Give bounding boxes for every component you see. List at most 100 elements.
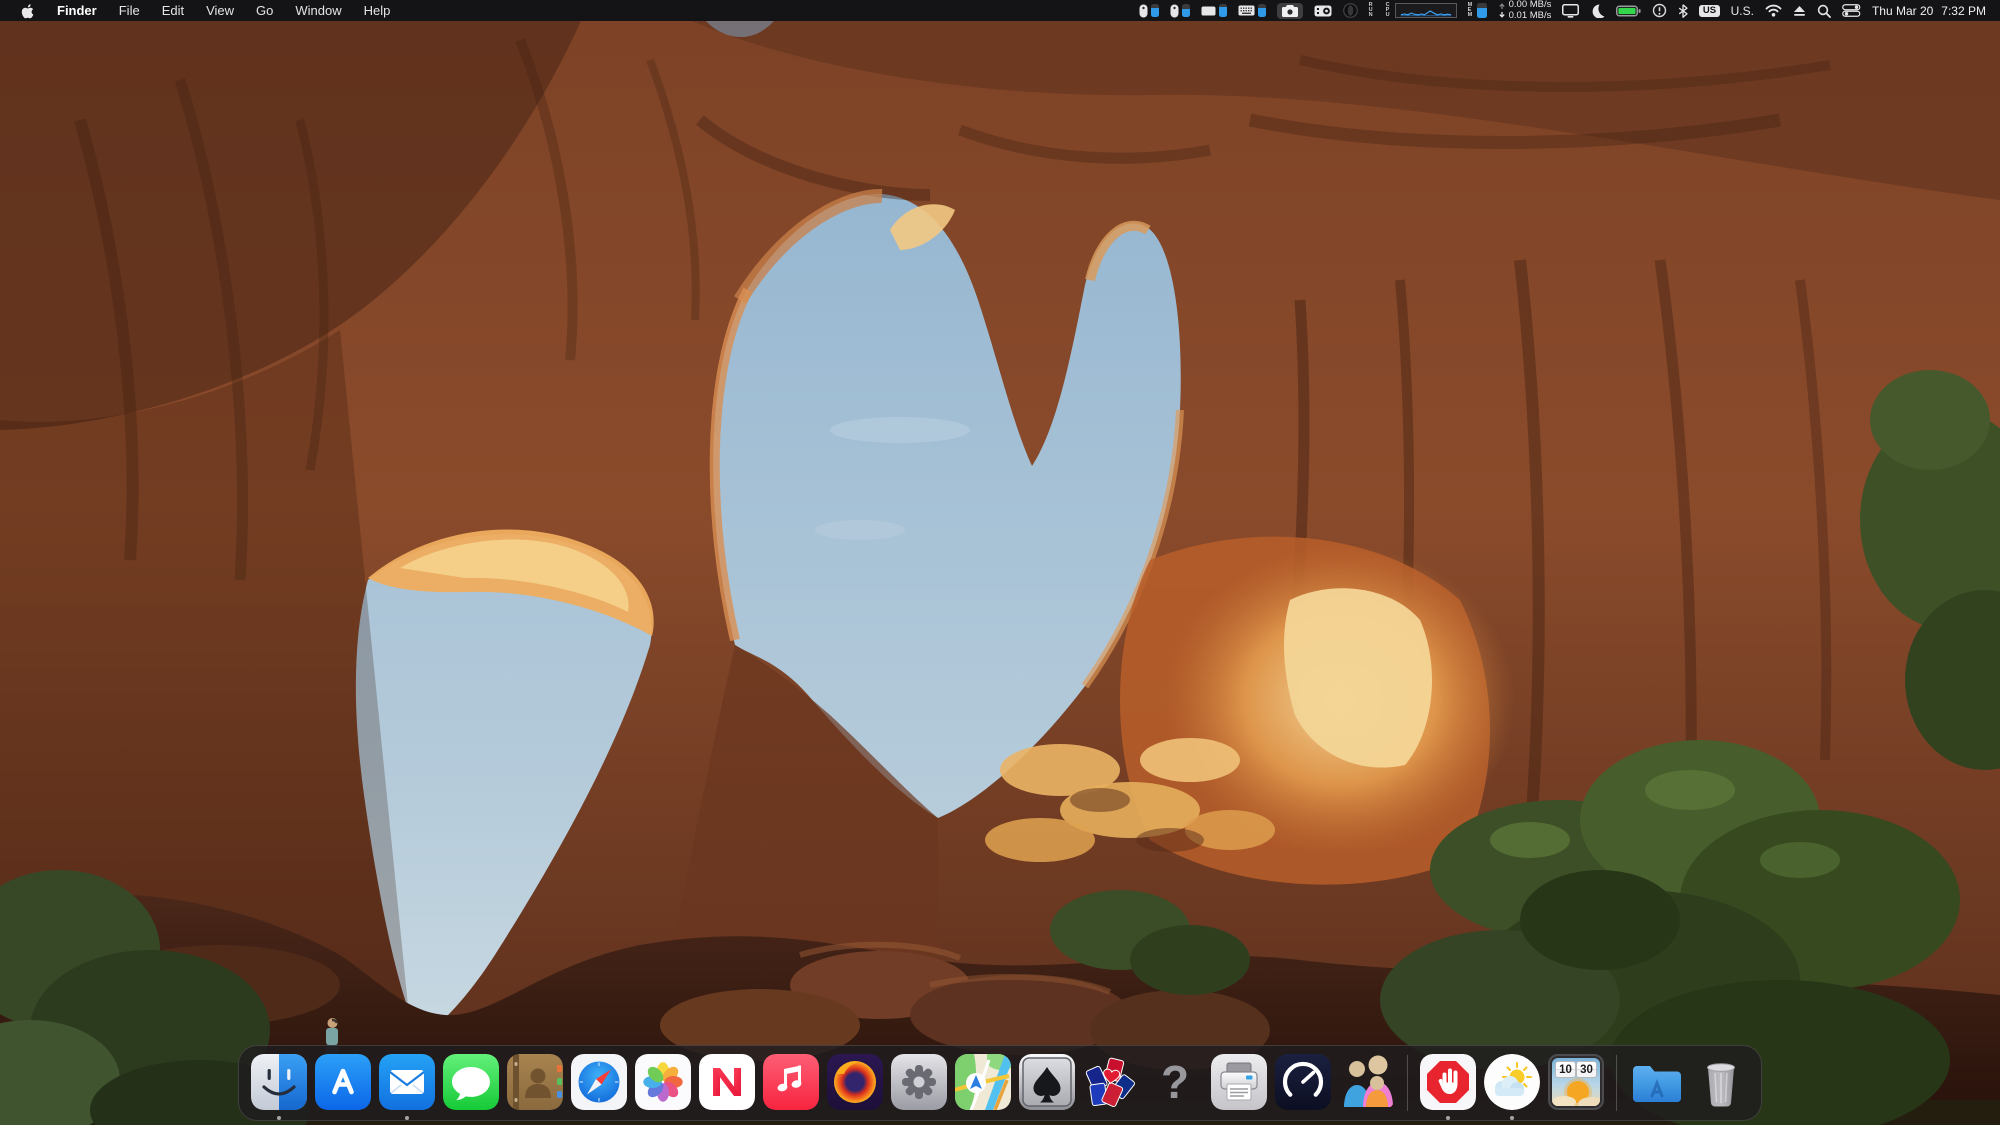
camera-icon: [1282, 5, 1298, 17]
battery-level-bar: [1258, 4, 1266, 17]
dock-item-users[interactable]: [1335, 1046, 1399, 1122]
battery-level-bar: [1182, 4, 1190, 17]
wifi-icon: [1765, 4, 1782, 17]
circle-exclamation-icon: [1652, 3, 1667, 18]
battery-menu[interactable]: [1616, 5, 1641, 17]
menu-go[interactable]: Go: [245, 3, 284, 18]
speed-gauge-icon: [1275, 1054, 1331, 1110]
bluetooth-menu[interactable]: [1678, 4, 1688, 18]
dock-item-finder[interactable]: [247, 1046, 311, 1122]
dock-item-contacts[interactable]: [503, 1046, 567, 1122]
dock-item-system-settings[interactable]: [887, 1046, 951, 1122]
flip-hour-card: 10: [1555, 1061, 1576, 1078]
music-icon: [763, 1054, 819, 1110]
dock-item-applications-folder[interactable]: [1625, 1046, 1689, 1122]
mouse-battery-status[interactable]: [1139, 4, 1159, 18]
eject-menu[interactable]: [1793, 5, 1806, 17]
keyboard-icon: [1238, 5, 1255, 16]
menu-help[interactable]: Help: [353, 3, 402, 18]
dock-item-music[interactable]: [759, 1046, 823, 1122]
dock-item-photos[interactable]: [631, 1046, 695, 1122]
menu-file[interactable]: File: [108, 3, 151, 18]
memory-meter[interactable]: MEM: [1468, 3, 1487, 18]
running-indicator: [1510, 1116, 1514, 1120]
dock-item-weather[interactable]: [1480, 1046, 1544, 1122]
battery-level-bar: [1151, 4, 1159, 17]
user-group-icon: [1339, 1054, 1395, 1110]
dock-item-printer[interactable]: [1207, 1046, 1271, 1122]
dock-item-spades-game[interactable]: [1015, 1046, 1079, 1122]
finder-icon: [251, 1054, 307, 1110]
webcam-status[interactable]: [1314, 5, 1332, 17]
contacts-icon: [507, 1054, 563, 1110]
clock-time: 7:32 PM: [1941, 4, 1986, 18]
display-menu[interactable]: [1562, 4, 1579, 18]
bluetooth-icon: [1678, 4, 1688, 18]
update-alert-menu[interactable]: [1652, 3, 1667, 18]
menu-view[interactable]: View: [195, 3, 245, 18]
wifi-menu[interactable]: [1765, 4, 1782, 17]
dock-item-cards-game[interactable]: [1079, 1046, 1143, 1122]
keyboard-battery-status[interactable]: [1238, 4, 1266, 17]
dock-item-messages[interactable]: [439, 1046, 503, 1122]
menu-bar-clock[interactable]: Thu Mar 20 7:32 PM: [1872, 4, 1986, 18]
menu-bar: Finder File Edit View Go Window Help: [0, 0, 2000, 21]
app-store-icon: [315, 1054, 371, 1110]
dock-item-adblock[interactable]: [1416, 1046, 1480, 1122]
menu-edit[interactable]: Edit: [151, 3, 195, 18]
dimmed-app-status[interactable]: [1343, 3, 1358, 18]
menu-window[interactable]: Window: [284, 3, 352, 18]
dock-item-speedtest[interactable]: [1271, 1046, 1335, 1122]
dock-item-help[interactable]: ?: [1143, 1046, 1207, 1122]
apple-menu-icon[interactable]: [14, 0, 46, 21]
battery-icon: [1616, 5, 1641, 17]
eject-icon: [1793, 5, 1806, 17]
running-indicator: [405, 1116, 409, 1120]
dock-item-app-store[interactable]: [311, 1046, 375, 1122]
news-icon: [699, 1054, 755, 1110]
desktop-wallpaper: [0, 0, 2000, 1125]
scattered-cards-icon: [1083, 1054, 1139, 1110]
battery-level-bar: [1219, 4, 1227, 17]
running-indicator: [277, 1116, 281, 1120]
input-source-name[interactable]: U.S.: [1731, 4, 1754, 18]
messages-icon: [443, 1054, 499, 1110]
screenshot-camera-status[interactable]: [1277, 3, 1303, 19]
stop-hand-icon: [1420, 1054, 1476, 1110]
dock-item-trash[interactable]: [1689, 1046, 1753, 1122]
dock-item-firefox[interactable]: [823, 1046, 887, 1122]
input-source-badge[interactable]: US: [1699, 5, 1719, 17]
control-center-icon: [1842, 4, 1861, 17]
dock-item-news[interactable]: [695, 1046, 759, 1122]
dock-item-mail[interactable]: [375, 1046, 439, 1122]
active-app-menu[interactable]: Finder: [46, 3, 108, 18]
mouse-icon: [1139, 4, 1148, 18]
maps-icon: [955, 1054, 1011, 1110]
trackpad-battery-status[interactable]: [1201, 4, 1227, 17]
clock-date: Thu Mar 20: [1872, 4, 1933, 18]
mail-icon: [379, 1054, 435, 1110]
dock-item-safari[interactable]: [567, 1046, 631, 1122]
dock-item-maps[interactable]: [951, 1046, 1015, 1122]
flip-minute-card: 30: [1576, 1061, 1597, 1078]
control-center-menu[interactable]: [1842, 4, 1861, 17]
applications-folder-icon: [1629, 1054, 1685, 1110]
firefox-icon: [827, 1054, 883, 1110]
safari-icon: [571, 1054, 627, 1110]
run-meter-label[interactable]: RUN: [1369, 3, 1375, 18]
network-throughput[interactable]: 0.00 MB/s 0.01 MB/s: [1498, 0, 1552, 21]
lens-circle-icon: [1343, 3, 1358, 18]
spotlight-menu[interactable]: [1817, 4, 1831, 18]
cpu-meter[interactable]: CPU: [1386, 3, 1457, 18]
dock-item-flip-clock-weather[interactable]: 10 30: [1544, 1046, 1608, 1122]
desktop: Finder File Edit View Go Window Help: [0, 0, 2000, 1125]
mouse2-battery-status[interactable]: [1170, 4, 1190, 18]
dock: ?: [238, 1045, 1762, 1121]
memory-meter-label: MEM: [1468, 3, 1474, 18]
memory-level-bar: [1477, 3, 1487, 18]
network-down-speed: 0.01 MB/s: [1509, 11, 1552, 21]
trash-icon: [1693, 1054, 1749, 1110]
focus-mode-menu[interactable]: [1590, 3, 1605, 18]
network-up-speed: 0.00 MB/s: [1509, 0, 1552, 10]
display-icon: [1562, 4, 1579, 18]
